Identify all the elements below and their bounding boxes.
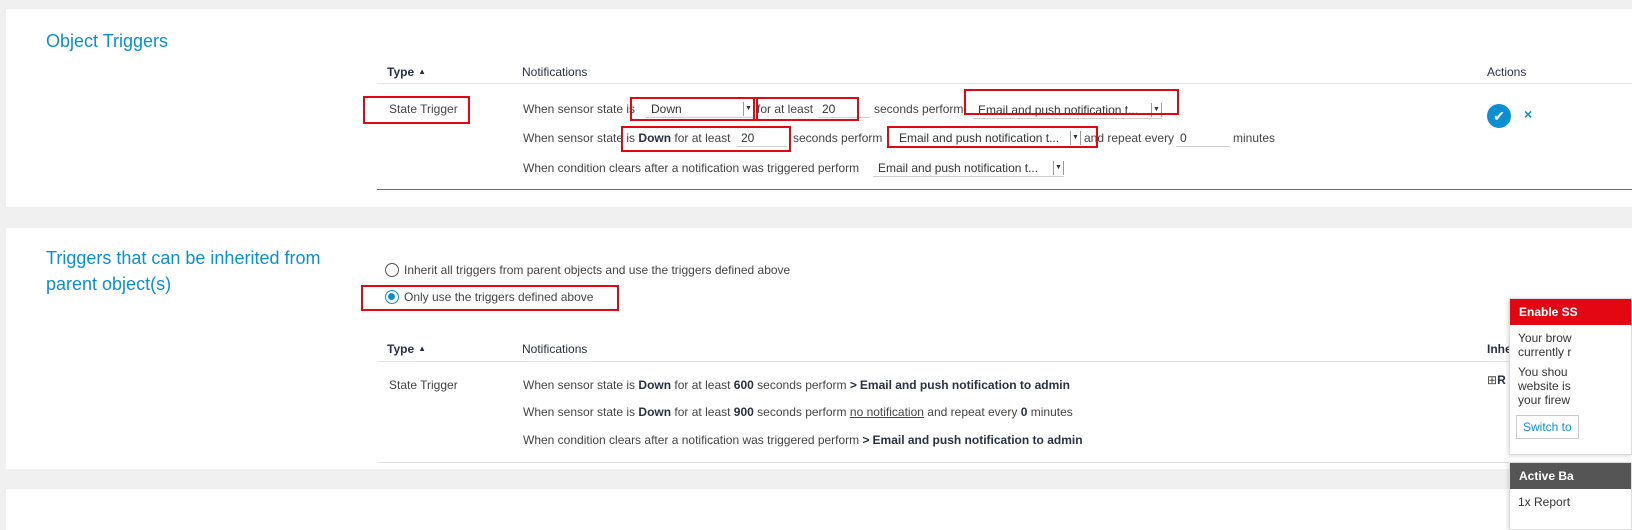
notification-link[interactable]: Email and push notification to admin xyxy=(860,378,1070,392)
row-divider xyxy=(377,189,1632,190)
column-header-type[interactable]: Type ▲ xyxy=(387,65,426,79)
trigger-type-label: State Trigger xyxy=(389,102,458,116)
inherited-line2: When sensor state is Down for at least 9… xyxy=(523,405,1073,419)
delete-trigger-button[interactable]: × xyxy=(1524,106,1532,122)
radio-inherit-all-label[interactable]: Inherit all triggers from parent objects… xyxy=(404,263,790,277)
next-panel xyxy=(6,489,1632,530)
no-notification-link[interactable]: no notification xyxy=(850,405,924,419)
escalation-action-select[interactable]: Email and push notification t... ▼ xyxy=(894,130,1081,147)
section-title-object-triggers: Object Triggers xyxy=(46,31,169,51)
dropdown-arrow-icon: ▼ xyxy=(1053,161,1064,175)
header-divider xyxy=(377,83,1632,84)
column-header-type[interactable]: Type ▲ xyxy=(387,342,426,356)
line2-repeat: and repeat every xyxy=(1084,131,1175,145)
clear-action-select[interactable]: Email and push notification t... ▼ xyxy=(873,160,1064,177)
line1-for-at-least: for at least xyxy=(757,102,814,116)
line1-prefix: When sensor state is xyxy=(523,102,636,116)
notification-link[interactable]: Email and push notification to admin xyxy=(873,433,1083,447)
active-notification-header: Active Ba xyxy=(1510,463,1631,489)
line2-minutes: minutes xyxy=(1233,131,1276,145)
radio-inherit-all[interactable] xyxy=(385,263,399,277)
close-icon: × xyxy=(1524,106,1533,122)
column-header-inherited: Inhe xyxy=(1487,342,1512,356)
ssl-notification-header: Enable SS xyxy=(1510,299,1631,325)
inherited-line3: When condition clears after a notificati… xyxy=(523,433,1083,447)
chevron-right-icon: > xyxy=(862,433,870,447)
trigger-type-label: State Trigger xyxy=(389,378,458,392)
inherited-line1: When sensor state is Down for at least 6… xyxy=(523,378,1070,392)
object-triggers-panel: Object Triggers Type ▲ Notifications Acti… xyxy=(6,9,1632,207)
sort-up-icon: ▲ xyxy=(418,67,427,76)
dropdown-arrow-icon: ▼ xyxy=(1070,131,1081,145)
row-divider xyxy=(377,462,1632,463)
radio-only-above[interactable] xyxy=(385,290,399,304)
repeat-seconds-input[interactable]: 20 xyxy=(737,130,787,147)
line1-seconds-perform: seconds perform xyxy=(874,102,964,116)
save-trigger-button[interactable]: ✔ xyxy=(1487,104,1511,128)
active-background-notification: Active Ba 1x Report xyxy=(1509,462,1632,530)
radio-only-above-label[interactable]: Only use the triggers defined above xyxy=(404,290,593,304)
ssl-notification: Enable SS Your brow currently r You shou… xyxy=(1509,298,1632,455)
switch-to-https-button[interactable]: Switch to xyxy=(1516,415,1579,439)
line2-seconds-perform: seconds perform xyxy=(793,131,883,145)
state-select[interactable]: Down ▼ xyxy=(646,101,754,118)
inherited-from-link[interactable]: ⊞R xyxy=(1487,373,1506,387)
column-header-actions: Actions xyxy=(1487,65,1527,79)
header-divider xyxy=(377,361,1632,362)
repeat-minutes-input[interactable]: 0 xyxy=(1176,130,1230,147)
dropdown-arrow-icon: ▼ xyxy=(743,102,754,116)
column-header-notifications: Notifications xyxy=(522,342,588,356)
line3-prefix: When condition clears after a notificati… xyxy=(523,161,860,175)
seconds-input[interactable]: 20 xyxy=(818,101,870,118)
check-icon: ✔ xyxy=(1493,108,1505,124)
inherited-triggers-panel: Triggers that can be inherited from pare… xyxy=(6,228,1632,469)
column-header-notifications: Notifications xyxy=(522,65,588,79)
dropdown-arrow-icon: ▼ xyxy=(1151,103,1162,117)
section-title-inherited-triggers: Triggers that can be inherited from pare… xyxy=(46,248,321,294)
chevron-right-icon: > xyxy=(849,378,857,392)
action-select[interactable]: Email and push notification t... ▼ xyxy=(973,102,1162,119)
sort-up-icon: ▲ xyxy=(418,344,427,353)
hierarchy-icon: ⊞ xyxy=(1487,373,1498,387)
line2-prefix: When sensor state is Down for at least xyxy=(523,131,731,145)
